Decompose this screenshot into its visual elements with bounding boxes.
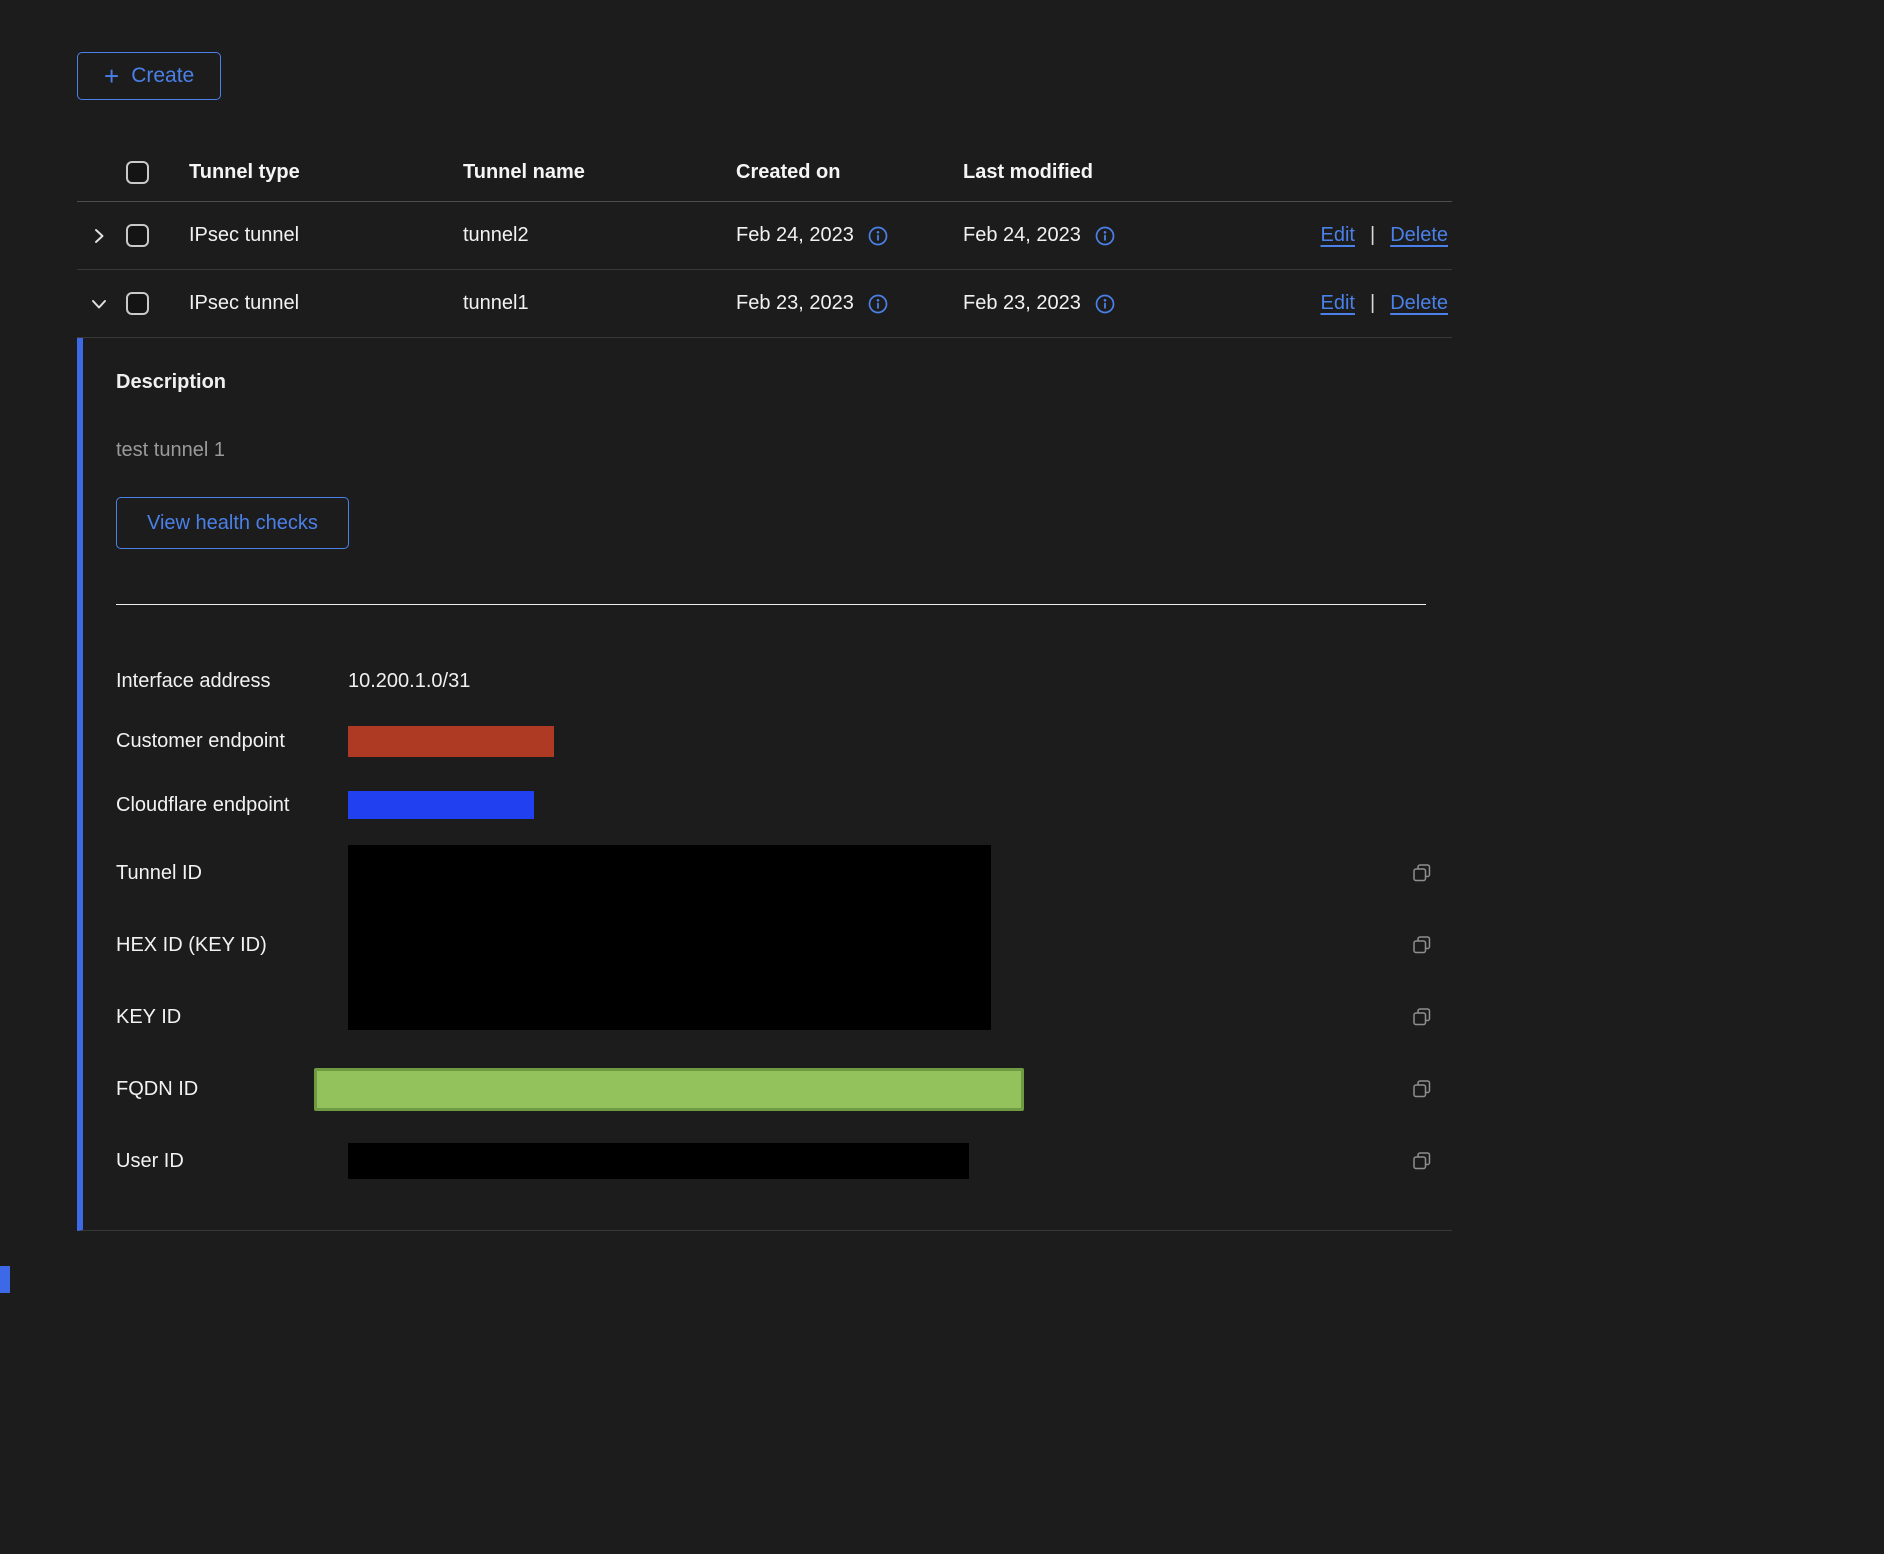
- row-actions-cell: Edit | Delete: [1179, 224, 1452, 247]
- created-on-value: Feb 24, 2023: [736, 224, 854, 247]
- tunnel-fields: Interface address 10.200.1.0/31 Customer…: [116, 653, 1452, 1197]
- tunnel-name-cell: tunnel1: [463, 292, 736, 315]
- delete-link[interactable]: Delete: [1390, 224, 1448, 247]
- chevron-down-icon: [90, 295, 108, 313]
- copy-button[interactable]: [1411, 1078, 1433, 1100]
- tunnel-name: tunnel2: [463, 224, 529, 247]
- header-tunnel-type: Tunnel type: [189, 161, 463, 184]
- tunnel-name-cell: tunnel2: [463, 224, 736, 247]
- left-edge-accent: [0, 1266, 10, 1293]
- delete-link[interactable]: Delete: [1390, 292, 1448, 315]
- expand-row-button[interactable]: [85, 222, 113, 250]
- table-row-tunnel1: IPsec tunnel tunnel1 Feb 23, 2023 Feb 23…: [77, 270, 1452, 338]
- copy-icon: [1411, 862, 1433, 884]
- created-on-cell: Feb 24, 2023: [736, 224, 963, 247]
- row-checkbox[interactable]: [126, 292, 149, 315]
- tunnels-table: Tunnel type Tunnel name Created on Last …: [77, 144, 1452, 1231]
- copy-icon: [1411, 1006, 1433, 1028]
- user-id-label: User ID: [116, 1125, 348, 1197]
- collapse-row-button[interactable]: [85, 290, 113, 318]
- row-checkbox-cell: [126, 292, 189, 315]
- cloudflare-endpoint-cell: [348, 773, 1392, 837]
- created-on-value: Feb 23, 2023: [736, 292, 854, 315]
- cloudflare-endpoint-label: Cloudflare endpoint: [116, 773, 348, 837]
- copy-button[interactable]: [1411, 1150, 1433, 1172]
- tunnel-id-label: Tunnel ID: [116, 837, 348, 909]
- cloudflare-endpoint-redacted-value: [348, 791, 534, 819]
- tunnel-type-cell: IPsec tunnel: [189, 224, 463, 247]
- created-on-cell: Feb 23, 2023: [736, 292, 963, 315]
- copy-button[interactable]: [1411, 1006, 1433, 1028]
- table-header-row: Tunnel type Tunnel name Created on Last …: [77, 144, 1452, 202]
- info-icon[interactable]: [867, 225, 889, 247]
- customer-endpoint-cell: [348, 709, 1392, 773]
- interface-address-cell: 10.200.1.0/31: [348, 653, 1392, 709]
- action-separator: |: [1370, 292, 1375, 315]
- hex-id-label: HEX ID (KEY ID): [116, 909, 348, 981]
- tunnel-type: IPsec tunnel: [189, 224, 299, 247]
- copy-icon: [1411, 1150, 1433, 1172]
- header-last-modified: Last modified: [963, 161, 1179, 184]
- action-separator: |: [1370, 224, 1375, 247]
- edit-link[interactable]: Edit: [1321, 224, 1355, 247]
- copy-icon: [1411, 934, 1433, 956]
- key-id-label: KEY ID: [116, 981, 348, 1053]
- last-modified-value: Feb 23, 2023: [963, 292, 1081, 315]
- tunnels-page: + Create Tunnel type Tunnel name Created…: [0, 0, 1452, 1231]
- header-checkbox-cell: [126, 161, 189, 184]
- edit-link[interactable]: Edit: [1321, 292, 1355, 315]
- fqdn-id-redacted-value: [314, 1068, 1024, 1111]
- last-modified-cell: Feb 23, 2023: [963, 292, 1179, 315]
- copy-button[interactable]: [1411, 862, 1433, 884]
- info-icon[interactable]: [1094, 225, 1116, 247]
- tunnel-name: tunnel1: [463, 292, 529, 315]
- copy-button[interactable]: [1411, 934, 1433, 956]
- header-created-on: Created on: [736, 161, 963, 184]
- hex-id-copy-cell: [1392, 909, 1452, 981]
- customer-endpoint-label: Customer endpoint: [116, 709, 348, 773]
- row-checkbox[interactable]: [126, 224, 149, 247]
- view-health-checks-button[interactable]: View health checks: [116, 497, 349, 549]
- last-modified-value: Feb 24, 2023: [963, 224, 1081, 247]
- header-tunnel-name: Tunnel name: [463, 161, 736, 184]
- ids-redacted-block: [348, 845, 991, 1030]
- description-label: Description: [116, 370, 1426, 394]
- fqdn-id-copy-cell: [1392, 1053, 1452, 1125]
- tunnel-id-copy-cell: [1392, 837, 1452, 909]
- expander-cell: [77, 290, 126, 318]
- panel-divider: [116, 604, 1426, 605]
- chevron-right-icon: [90, 227, 108, 245]
- row-checkbox-cell: [126, 224, 189, 247]
- row-actions-cell: Edit | Delete: [1179, 292, 1452, 315]
- interface-address-label: Interface address: [116, 653, 348, 709]
- key-id-copy-cell: [1392, 981, 1452, 1053]
- expander-cell: [77, 222, 126, 250]
- user-id-redacted-value: [348, 1143, 969, 1179]
- customer-endpoint-redacted-value: [348, 726, 554, 757]
- table-row-tunnel2: IPsec tunnel tunnel2 Feb 24, 2023 Feb 24…: [77, 202, 1452, 270]
- plus-icon: +: [104, 63, 119, 89]
- copy-icon: [1411, 1078, 1433, 1100]
- user-id-cell: [348, 1125, 1392, 1197]
- interface-address-value: 10.200.1.0/31: [348, 670, 470, 693]
- info-icon[interactable]: [1094, 293, 1116, 315]
- create-button-label: Create: [131, 64, 194, 88]
- select-all-checkbox[interactable]: [126, 161, 149, 184]
- user-id-copy-cell: [1392, 1125, 1452, 1197]
- info-icon[interactable]: [867, 293, 889, 315]
- create-button[interactable]: + Create: [77, 52, 221, 100]
- tunnel-detail-panel: Description test tunnel 1 View health ch…: [77, 338, 1452, 1231]
- fqdn-id-cell: [348, 1053, 1392, 1125]
- last-modified-cell: Feb 24, 2023: [963, 224, 1179, 247]
- tunnel-type-cell: IPsec tunnel: [189, 292, 463, 315]
- tunnel-type: IPsec tunnel: [189, 292, 299, 315]
- description-value: test tunnel 1: [116, 438, 1426, 462]
